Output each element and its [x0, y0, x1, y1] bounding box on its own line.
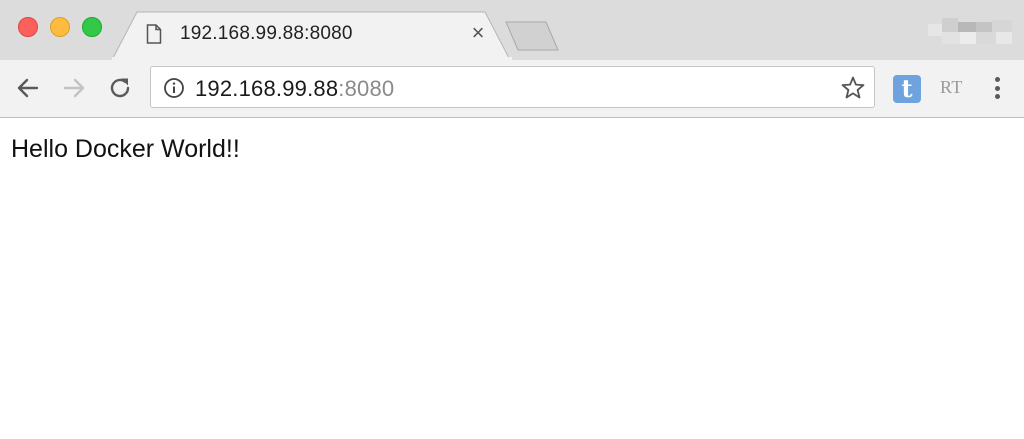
- forward-arrow-icon[interactable]: [60, 74, 88, 102]
- address-bar[interactable]: 192.168.99.88:8080: [150, 66, 875, 108]
- info-icon[interactable]: [163, 77, 185, 99]
- document-icon: [146, 22, 166, 46]
- maximize-window-button[interactable]: [82, 17, 102, 37]
- url-port: :8080: [338, 76, 395, 101]
- url-host: 192.168.99.88: [195, 76, 339, 101]
- star-icon[interactable]: [840, 75, 866, 101]
- active-tab[interactable]: 192.168.99.88:8080 ×: [142, 14, 492, 54]
- back-arrow-icon[interactable]: [14, 74, 42, 102]
- browser-toolbar: 192.168.99.88:8080 t RT: [0, 60, 1024, 118]
- profile-avatar[interactable]: [928, 18, 1016, 46]
- reload-icon[interactable]: [106, 74, 134, 102]
- menu-icon[interactable]: [984, 75, 1010, 101]
- new-tab-button[interactable]: [502, 20, 562, 52]
- close-tab-button[interactable]: ×: [467, 22, 489, 44]
- minimize-window-button[interactable]: [50, 17, 70, 37]
- url-text[interactable]: 192.168.99.88:8080: [195, 76, 394, 102]
- tab-title: 192.168.99.88:8080: [180, 23, 353, 44]
- browser-window: 192.168.99.88:8080 × 192.168.99.88:8080 …: [0, 0, 1024, 439]
- tab-strip: 192.168.99.88:8080 ×: [0, 0, 1024, 60]
- page-body-text: Hello Docker World!!: [11, 135, 240, 163]
- extension-t-button[interactable]: t: [893, 75, 921, 103]
- page-content: Hello Docker World!!: [0, 118, 1024, 439]
- extension-rt-button[interactable]: RT: [940, 77, 963, 98]
- close-window-button[interactable]: [18, 17, 38, 37]
